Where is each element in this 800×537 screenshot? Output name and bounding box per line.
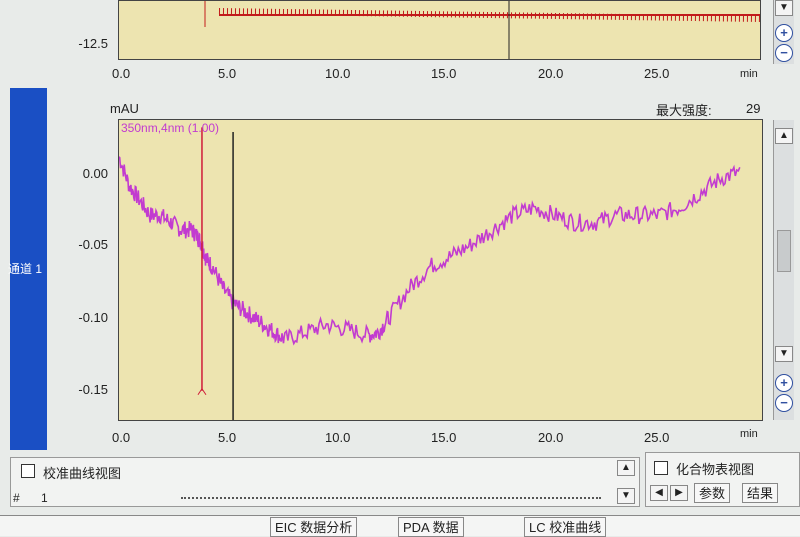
zoom-out-icon[interactable]: − — [775, 44, 793, 62]
main-x-axis: 0.0 5.0 10.0 15.0 20.0 25.0 min — [112, 428, 778, 448]
top-chart-x-axis: 0.0 5.0 10.0 15.0 20.0 25.0 min — [112, 66, 778, 84]
panel-scroll-down-button[interactable]: ▼ — [617, 488, 635, 504]
eic-label: 数据分析 — [300, 520, 353, 535]
top-x-tick: 20.0 — [538, 66, 564, 81]
x-tick: 20.0 — [538, 430, 564, 445]
scroll-down-button[interactable]: ▼ — [775, 346, 793, 362]
tab-parameters[interactable]: 参数 — [694, 483, 731, 503]
panel-scroll-up-button[interactable]: ▲ — [617, 460, 635, 476]
task-lc-calibration-curve[interactable]: LC 校准曲线 — [524, 517, 607, 537]
max-intensity-value: 29 — [746, 101, 761, 116]
panel-window-icon[interactable] — [21, 464, 35, 478]
top-x-unit: min — [740, 68, 758, 80]
scroll-down-button[interactable]: ▼ — [775, 0, 793, 16]
tab-results[interactable]: 结果 — [742, 483, 779, 503]
top-x-tick: 10.0 — [325, 66, 351, 81]
y-tick: -0.15 — [78, 382, 108, 397]
row-number-label: # — [13, 491, 20, 505]
tab-next-button[interactable]: ▶ — [670, 485, 688, 501]
top-x-tick: 5.0 — [218, 66, 237, 81]
zoom-out-icon[interactable]: − — [775, 394, 793, 412]
top-x-tick: 25.0 — [644, 66, 670, 81]
main-chart-scrollbar[interactable]: ▲ ▼ + − — [773, 120, 794, 420]
scroll-up-button[interactable]: ▲ — [775, 128, 793, 144]
x-tick: 25.0 — [644, 430, 670, 445]
y-tick: 0.00 — [82, 166, 108, 181]
task-pda-data[interactable]: PDA 数据 — [398, 517, 464, 537]
top-chart-scrollbar[interactable]: ▼ + − — [773, 0, 794, 64]
eic-prefix: EIC — [275, 520, 297, 535]
y-unit-label: mAU — [110, 101, 139, 116]
y-tick: -0.05 — [78, 237, 108, 252]
top-x-tick: 0.0 — [112, 66, 131, 81]
scroll-thumb[interactable] — [777, 230, 791, 272]
task-eic-data-analysis[interactable]: EIC 数据分析 — [270, 517, 358, 537]
zoom-in-icon[interactable]: + — [775, 374, 793, 392]
x-unit: min — [740, 428, 758, 440]
zoom-in-icon[interactable]: + — [775, 24, 793, 42]
panel-window-icon[interactable] — [654, 461, 668, 475]
x-tick: 5.0 — [218, 430, 237, 445]
main-chart-plot: 350nm,4nm (1.00) — [118, 119, 763, 421]
series-line — [119, 156, 741, 346]
series-legend: 350nm,4nm (1.00) — [121, 121, 220, 135]
top-chart-y-tick: -12.5 — [78, 36, 108, 51]
max-intensity-label: 最大强度: — [656, 103, 712, 118]
top-x-tick: 15.0 — [431, 66, 457, 81]
compound-table-panel: 化合物表视图 ◀ ▶ 参数 结果 — [645, 452, 800, 507]
lc-label: 校准曲线 — [549, 520, 602, 535]
x-tick: 0.0 — [112, 430, 131, 445]
pda-label: PDA 数据 — [403, 520, 459, 535]
top-chart-plot — [118, 0, 761, 60]
compound-table-title: 化合物表视图 — [676, 462, 755, 477]
ruler-dots — [181, 497, 601, 503]
tab-prev-button[interactable]: ◀ — [650, 485, 668, 501]
lc-prefix: LC — [529, 520, 546, 535]
calibration-curve-title: 校准曲线视图 — [43, 466, 122, 481]
y-tick: -0.10 — [78, 310, 108, 325]
calibration-curve-panel: 校准曲线视图 # 1 ▲ ▼ — [10, 457, 640, 507]
x-tick: 10.0 — [325, 430, 351, 445]
channel-sidebar[interactable]: 通道 1 — [8, 88, 47, 450]
row-number-value: 1 — [41, 491, 48, 505]
x-tick: 15.0 — [431, 430, 457, 445]
top-chart-trace — [204, 1, 760, 59]
channel-label: 通道 1 — [8, 262, 43, 276]
bottom-taskbar: EIC 数据分析 PDA 数据 LC 校准曲线 — [0, 515, 800, 537]
main-chart-svg — [119, 127, 741, 420]
peak-marker-icon — [197, 387, 207, 396]
